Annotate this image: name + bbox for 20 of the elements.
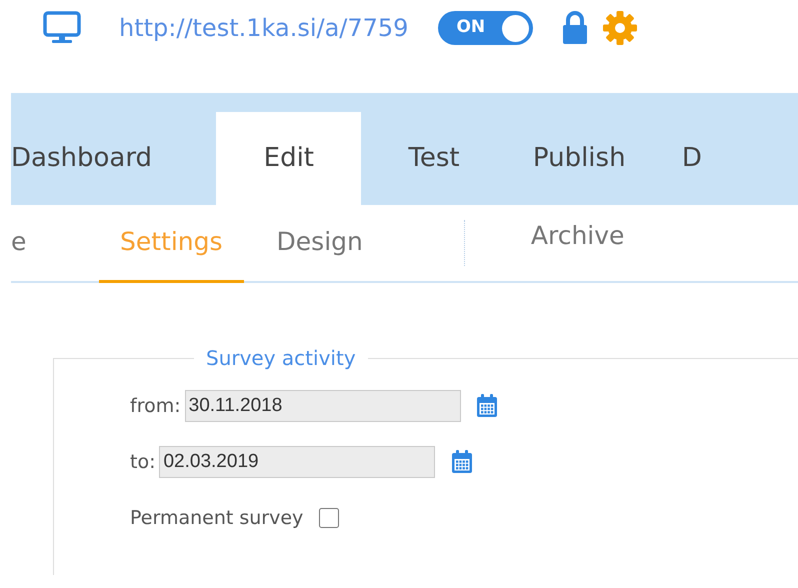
toggle-switch[interactable]: ON [438,11,534,45]
sub-tab[interactable]: Archive [530,205,624,283]
panel-legend: Survey activity [194,343,368,373]
main-tab[interactable]: Publish [506,112,652,205]
settings-icon[interactable] [602,10,638,46]
permanent-checkbox[interactable] [319,508,340,528]
date-field[interactable]: 30.11.2018 [184,390,461,422]
calendar-icon[interactable] [450,449,474,475]
main-tab[interactable]: Test [361,112,507,205]
sub-tab[interactable]: e [11,205,87,283]
field-label: from: [130,394,181,419]
main-tab[interactable]: Edit [216,112,362,205]
main-tab[interactable]: D [652,112,798,205]
date-field[interactable]: 02.03.2019 [159,446,436,478]
field-label: to: [130,450,156,475]
main-tab[interactable]: Dashboard [11,112,216,205]
checkbox-label: Permanent survey [130,506,304,531]
calendar-icon[interactable] [474,393,499,419]
monitor-icon[interactable] [43,11,81,45]
sub-tab[interactable]: Design [256,205,384,283]
